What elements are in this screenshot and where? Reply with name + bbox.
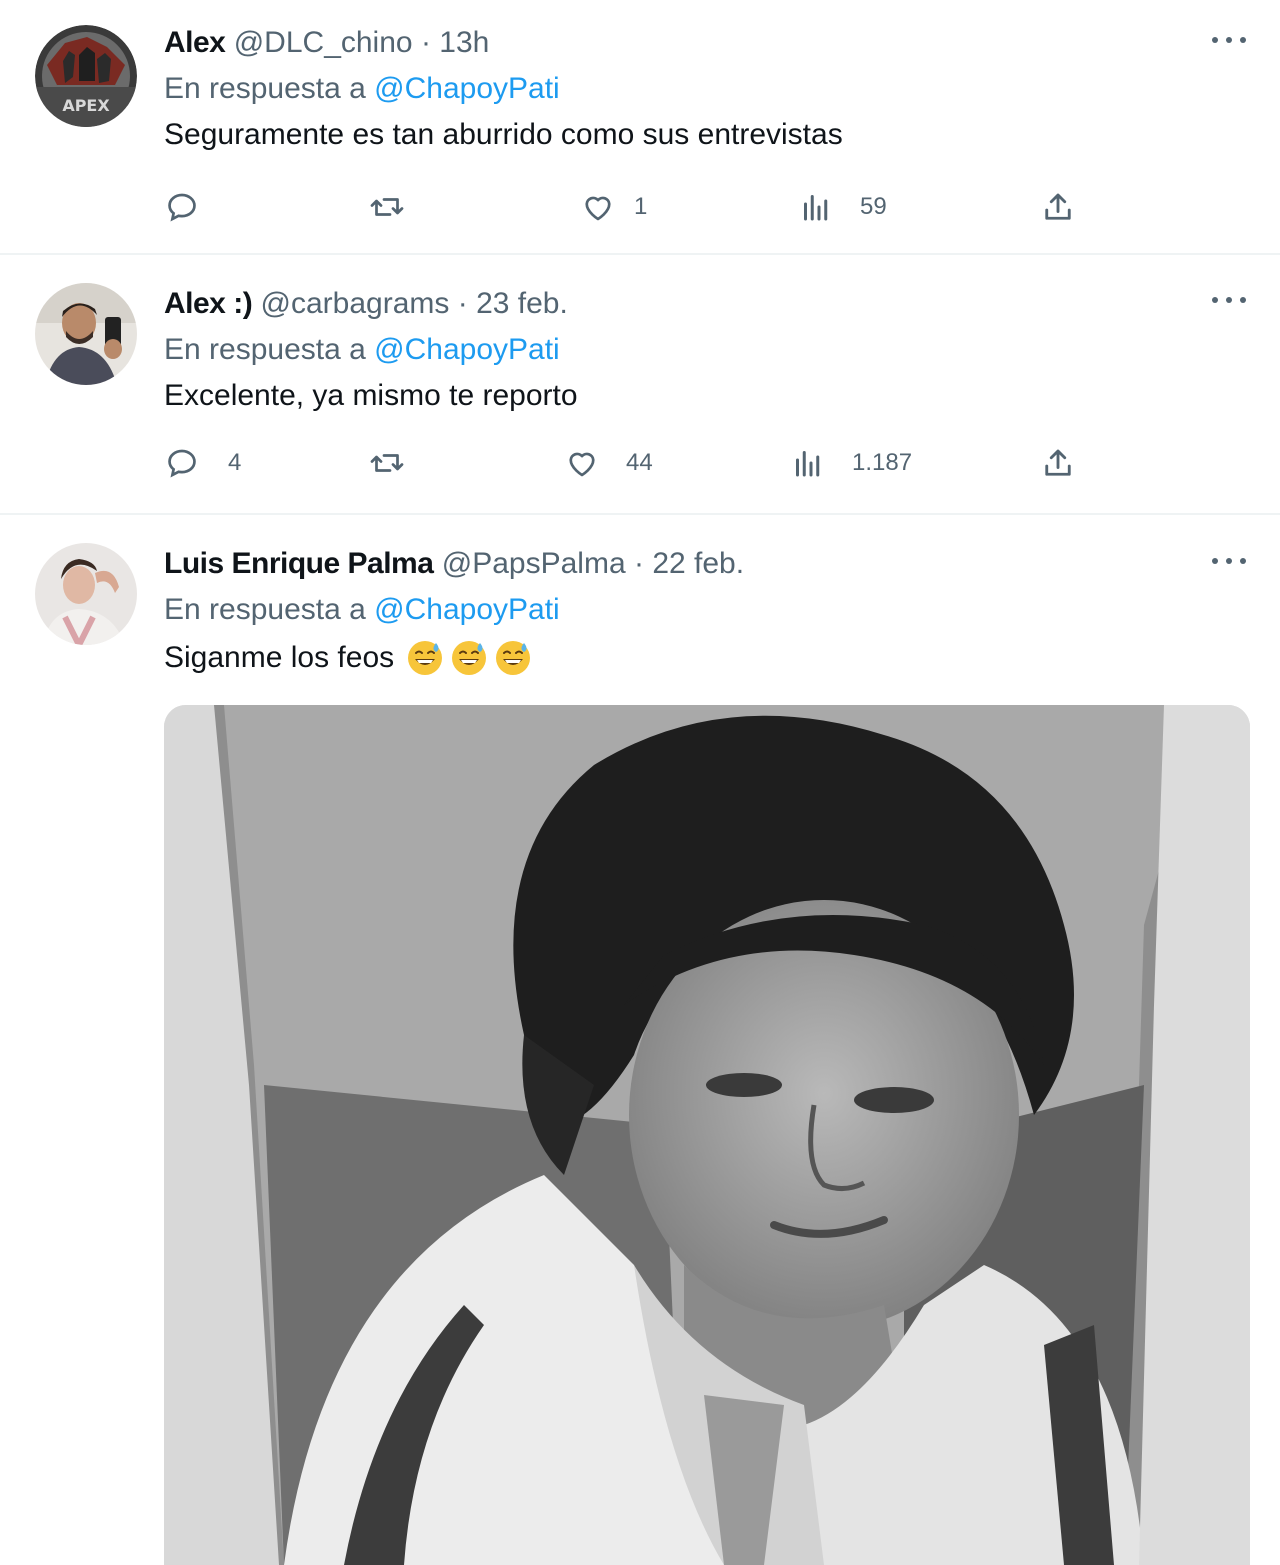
more-options-button[interactable] [1212, 551, 1246, 571]
retweet-button[interactable] [369, 185, 433, 229]
user-handle[interactable]: @carbagrams [261, 287, 450, 320]
reply-mention-link[interactable]: @ChapoyPati [374, 333, 560, 366]
dot-icon [1212, 37, 1218, 43]
user-handle[interactable]: @PapsPalma [442, 547, 626, 580]
tweet-text: Seguramente es tan aburrido como sus ent… [164, 118, 843, 151]
tweet-header: Alex @DLC_chino · 13h [164, 26, 489, 60]
more-options-button[interactable] [1212, 30, 1246, 50]
attached-photo[interactable] [164, 705, 1250, 1565]
display-name[interactable]: Luis Enrique Palma [164, 547, 434, 580]
tweet[interactable]: APEX Alex @DLC_chino · 13h En respuesta … [0, 0, 1280, 255]
reply-mention-link[interactable]: @ChapoyPati [374, 593, 560, 626]
avatar[interactable]: APEX [35, 25, 137, 127]
upload-arrow-icon [1045, 449, 1071, 476]
dot-icon [1240, 558, 1246, 564]
reply-context: En respuesta a @ChapoyPati [164, 593, 560, 627]
reply-context: En respuesta a @ChapoyPati [164, 72, 560, 106]
retweet-button[interactable] [369, 441, 433, 485]
views-button[interactable]: 59 [798, 185, 887, 229]
timestamp[interactable]: 22 feb. [652, 547, 744, 580]
bar-chart-icon [804, 195, 828, 221]
views-count: 1.187 [852, 449, 913, 476]
reply-button[interactable] [164, 185, 228, 229]
avatar-badge-text: APEX [62, 96, 110, 115]
dot-icon [1226, 558, 1232, 564]
like-button[interactable]: 1 [580, 185, 647, 229]
like-button[interactable]: 44 [564, 441, 653, 485]
separator-dot: · [420, 26, 431, 59]
reply-prefix: En respuesta a [164, 593, 366, 626]
more-options-button[interactable] [1212, 290, 1246, 310]
reply-button[interactable]: 4 [164, 441, 241, 485]
grinning-sweat-emoji [452, 641, 487, 675]
display-name[interactable]: Alex :) [164, 287, 253, 320]
reply-prefix: En respuesta a [164, 333, 366, 366]
retweet-arrows-icon [370, 454, 404, 472]
grinning-sweat-emoji [496, 641, 531, 675]
dot-icon [1212, 297, 1218, 303]
heart-outline-icon [585, 196, 611, 221]
reply-mention-link[interactable]: @ChapoyPati [374, 72, 560, 105]
avatar[interactable] [35, 283, 137, 385]
tweet-text-row: Siganme los feos [164, 639, 532, 677]
action-bar: 1 59 [164, 185, 1084, 229]
tweet-header: Luis Enrique Palma @PapsPalma · 22 feb. [164, 547, 744, 581]
upload-arrow-icon [1045, 193, 1071, 220]
tweet[interactable]: Alex :) @carbagrams · 23 feb. En respues… [0, 255, 1280, 515]
reply-context: En respuesta a @ChapoyPati [164, 333, 560, 367]
like-count: 1 [634, 193, 648, 220]
bar-chart-icon [796, 451, 820, 477]
reply-count: 4 [228, 449, 242, 476]
tweet-header: Alex :) @carbagrams · 23 feb. [164, 287, 568, 321]
views-button[interactable]: 1.187 [790, 441, 912, 485]
speech-bubble-icon [168, 193, 196, 222]
dot-icon [1226, 297, 1232, 303]
tweet-text: Siganme los feos [164, 641, 395, 674]
heart-outline-icon [569, 452, 595, 477]
share-button[interactable] [1040, 441, 1076, 485]
tweet-text: Excelente, ya mismo te reporto [164, 379, 578, 412]
grinning-sweat-emoji [408, 641, 443, 675]
views-count: 59 [860, 193, 887, 220]
dot-icon [1212, 558, 1218, 564]
like-count: 44 [626, 449, 653, 476]
share-button[interactable] [1040, 185, 1076, 229]
dot-icon [1226, 37, 1232, 43]
user-handle[interactable]: @DLC_chino [234, 26, 413, 59]
avatar[interactable] [35, 543, 137, 645]
tweet[interactable]: Luis Enrique Palma @PapsPalma · 22 feb. … [0, 515, 1280, 1565]
timestamp[interactable]: 13h [439, 26, 489, 59]
action-bar: 4 44 1.187 [164, 441, 1084, 485]
reply-prefix: En respuesta a [164, 72, 366, 105]
separator-dot: · [633, 547, 644, 580]
retweet-arrows-icon [370, 198, 404, 216]
separator-dot: · [457, 287, 468, 320]
display-name[interactable]: Alex [164, 26, 226, 59]
speech-bubble-icon [168, 449, 196, 478]
dot-icon [1240, 37, 1246, 43]
timestamp[interactable]: 23 feb. [476, 287, 568, 320]
dot-icon [1240, 297, 1246, 303]
